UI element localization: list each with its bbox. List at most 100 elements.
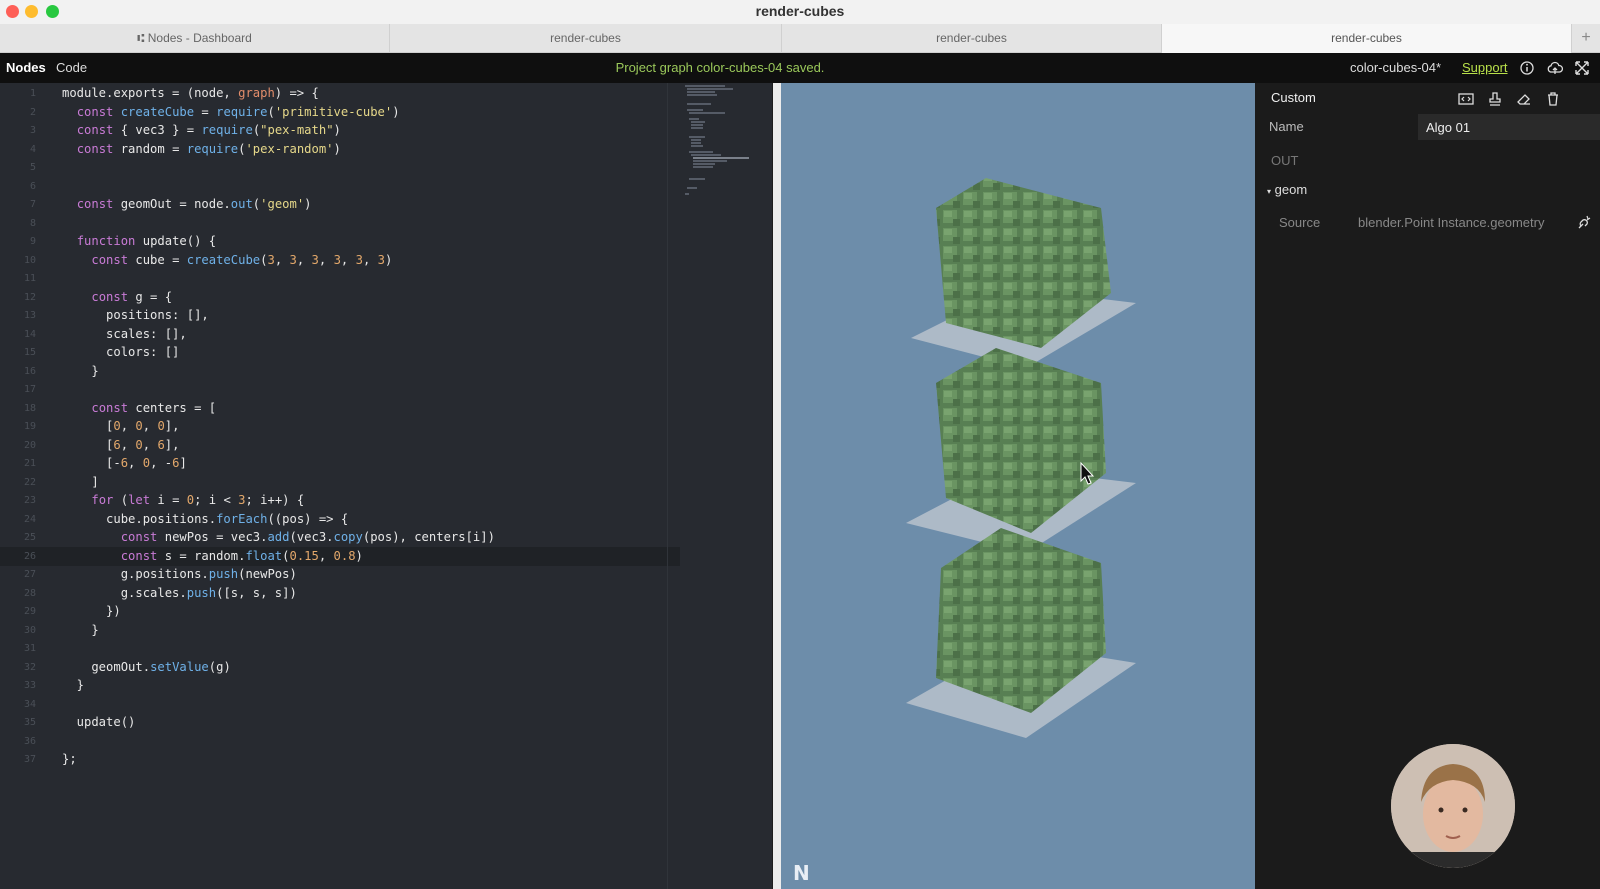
line-number: 6: [29, 180, 36, 192]
tab-render-cubes-2[interactable]: render-cubes: [782, 24, 1162, 53]
line-number: 3: [29, 125, 36, 136]
code-line[interactable]: 3 const { vec3 } = require("pex-math"): [0, 121, 680, 140]
code-text: const newPos = vec3.add(vec3.copy(pos), …: [120, 530, 495, 544]
cloud-upload-icon[interactable]: [1546, 59, 1564, 77]
info-icon[interactable]: [1518, 59, 1536, 77]
code-line[interactable]: 31: [0, 639, 680, 658]
code-line[interactable]: 4 const random = require('pex-random'): [0, 140, 680, 159]
code-text: const random = require('pex-random'): [76, 141, 341, 156]
code-line[interactable]: 14 scales: [],: [0, 325, 680, 344]
line-number: 13: [23, 310, 36, 321]
code-text: g.positions.push(newPos): [62, 567, 297, 581]
code-line[interactable]: 36: [0, 732, 680, 751]
code-line[interactable]: 34: [0, 695, 680, 714]
code-line[interactable]: 18 const centers = [: [0, 399, 680, 418]
code-line[interactable]: 5: [0, 158, 680, 177]
line-number: 14: [23, 328, 36, 340]
code-line[interactable]: 22 ]: [0, 473, 680, 492]
new-tab-button[interactable]: +: [1572, 24, 1600, 53]
pane-divider[interactable]: [773, 83, 781, 889]
disconnect-link-icon[interactable]: [1575, 214, 1593, 232]
code-text: update(): [62, 715, 136, 729]
editor-ruler: [667, 83, 668, 889]
code-line[interactable]: 29 }): [0, 602, 680, 621]
line-number: 28: [23, 587, 36, 599]
code-line[interactable]: 24 cube.positions.forEach((pos) => {: [0, 510, 680, 529]
code-text: const cube = createCube(3, 3, 3, 3, 3, 3…: [91, 252, 393, 267]
line-number: 27: [23, 569, 36, 580]
line-number: 20: [23, 439, 36, 451]
line-number: 31: [23, 643, 36, 654]
code-line[interactable]: 15 colors: []: [0, 343, 680, 362]
out-section-label: OUT: [1271, 153, 1299, 168]
trash-icon[interactable]: [1544, 90, 1562, 108]
stamp-icon[interactable]: [1486, 90, 1504, 108]
code-line[interactable]: 10 const cube = createCube(3, 3, 3, 3, 3…: [0, 251, 680, 270]
line-number: 25: [23, 532, 36, 543]
code-line[interactable]: 32 geomOut.setValue(g): [0, 658, 680, 677]
line-number: 7: [29, 199, 36, 210]
geom-port-toggle[interactable]: ▾ geom: [1267, 182, 1307, 197]
code-text: cube.positions.forEach((pos) => {: [62, 511, 349, 526]
code-text: [0, 0, 0],: [62, 419, 180, 433]
code-line[interactable]: 8: [0, 214, 680, 233]
code-line[interactable]: 7 const geomOut = node.out('geom'): [0, 195, 680, 214]
code-line[interactable]: 26 const s = random.float(0.15, 0.8): [0, 546, 680, 566]
code-line[interactable]: 33 }: [0, 676, 680, 695]
window-title-bar: render-cubes: [0, 0, 1600, 24]
code-line[interactable]: 35 update(): [0, 713, 680, 732]
line-number: 35: [23, 717, 36, 728]
fullscreen-icon[interactable]: [1573, 59, 1591, 77]
app-logo: N: [793, 861, 810, 885]
code-line[interactable]: 6: [0, 177, 680, 196]
name-input[interactable]: [1418, 114, 1600, 140]
tab-render-cubes-1[interactable]: render-cubes: [390, 24, 782, 53]
line-number: 22: [23, 476, 36, 488]
code-text: const centers = [: [91, 400, 217, 415]
code-line[interactable]: 1 module.exports = (node, graph) => {: [0, 84, 680, 103]
code-line[interactable]: 30 }: [0, 621, 680, 640]
code-line[interactable]: 21 [-6, 0, -6]: [0, 454, 680, 473]
code-text: module.exports = (node, graph) => {: [62, 86, 319, 100]
code-line[interactable]: 28 g.scales.push([s, s, s]): [0, 584, 680, 603]
inspector-panel: Custom Name OUT ▾ geom Source blender.Po…: [1255, 83, 1600, 889]
code-editor-icon[interactable]: [1457, 90, 1475, 108]
code-text: g.scales.push([s, s, s]): [62, 585, 297, 600]
line-number: 19: [23, 421, 36, 432]
code-text: const { vec3 } = require("pex-math"): [76, 123, 341, 137]
code-text: [-6, 0, -6]: [62, 456, 187, 470]
window-title: render-cubes: [755, 3, 845, 19]
code-line[interactable]: 27 g.positions.push(newPos): [0, 565, 680, 584]
cube-stack-render: [906, 178, 1136, 738]
inspector-title: Custom: [1271, 90, 1316, 105]
code-line[interactable]: 25 const newPos = vec3.add(vec3.copy(pos…: [0, 528, 680, 547]
code-line[interactable]: 17: [0, 380, 680, 399]
line-number: 30: [23, 624, 36, 636]
code-line[interactable]: 9 function update() {: [0, 232, 680, 251]
code-line[interactable]: 20 [6, 0, 6],: [0, 436, 680, 455]
code-minimap[interactable]: [683, 83, 772, 203]
eraser-icon[interactable]: [1515, 90, 1533, 108]
line-number: 32: [23, 661, 36, 673]
support-link[interactable]: Support: [1462, 60, 1508, 75]
code-line[interactable]: 13 positions: [],: [0, 306, 680, 325]
code-text: const s = random.float(0.15, 0.8): [120, 548, 363, 563]
code-line[interactable]: 16 }: [0, 362, 680, 381]
line-number: 9: [29, 236, 36, 247]
code-line[interactable]: 11: [0, 269, 680, 288]
line-number: 10: [23, 254, 36, 266]
tab-nodes-dashboard[interactable]: ⑆ Nodes - Dashboard: [0, 24, 390, 53]
code-line[interactable]: 23 for (let i = 0; i < 3; i++) {: [0, 491, 680, 510]
code-line[interactable]: 2 const createCube = require('primitive-…: [0, 103, 680, 122]
code-text: }): [62, 604, 121, 618]
line-number: 12: [23, 291, 36, 303]
code-line[interactable]: 37};: [0, 750, 680, 769]
code-line[interactable]: 12 const g = {: [0, 288, 680, 307]
source-value: blender.Point Instance.geometry: [1358, 215, 1545, 230]
code-line[interactable]: 19 [0, 0, 0],: [0, 417, 680, 436]
tab-render-cubes-active[interactable]: render-cubes: [1162, 24, 1572, 53]
render-viewport[interactable]: N: [781, 83, 1255, 889]
code-editor[interactable]: 1 module.exports = (node, graph) => {2 co…: [0, 83, 772, 889]
line-number: 24: [23, 513, 36, 525]
source-label: Source: [1279, 215, 1321, 230]
